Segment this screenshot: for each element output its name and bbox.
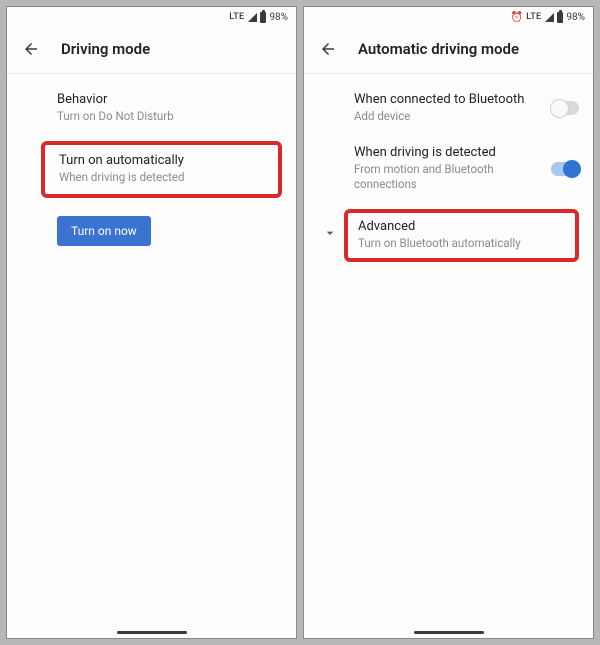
status-bar: LTE 98%	[7, 7, 296, 27]
content: When connected to Bluetooth Add device W…	[304, 74, 593, 638]
app-bar: Automatic driving mode	[304, 27, 593, 74]
page-title: Automatic driving mode	[358, 40, 519, 58]
row-subtitle: Turn on Do Not Disturb	[57, 109, 278, 125]
phone-right: ⏰ LTE 98% Automatic driving mode When co…	[303, 6, 594, 639]
row-behavior[interactable]: Behavior Turn on Do Not Disturb	[11, 82, 292, 135]
phone-left: LTE 98% Driving mode Behavior Turn on Do…	[6, 6, 297, 639]
status-bar: ⏰ LTE 98%	[304, 7, 593, 27]
arrow-left-icon	[319, 40, 337, 58]
row-driving-detected[interactable]: When driving is detected From motion and…	[308, 135, 589, 203]
toggle-bluetooth[interactable]	[551, 101, 579, 115]
row-bluetooth[interactable]: When connected to Bluetooth Add device	[308, 82, 589, 135]
row-subtitle: Add device	[354, 109, 541, 125]
page-title: Driving mode	[61, 40, 150, 58]
toggle-driving-detected[interactable]	[551, 162, 579, 176]
network-lte-label: LTE	[229, 12, 244, 22]
row-advanced[interactable]: Advanced Turn on Bluetooth automatically	[344, 209, 579, 262]
expand-button[interactable]	[322, 225, 338, 245]
row-subtitle: From motion and Bluetooth connections	[354, 162, 541, 193]
back-button[interactable]	[21, 39, 41, 59]
content: Behavior Turn on Do Not Disturb Turn on …	[7, 74, 296, 638]
chevron-down-icon	[322, 225, 338, 241]
battery-icon	[260, 12, 266, 23]
battery-icon	[557, 12, 563, 23]
nav-pill[interactable]	[414, 631, 484, 634]
arrow-left-icon	[22, 40, 40, 58]
turn-on-now-button[interactable]: Turn on now	[57, 216, 151, 246]
battery-percent: 98%	[269, 12, 288, 23]
row-title: Turn on automatically	[59, 153, 264, 168]
row-subtitle: When driving is detected	[59, 170, 264, 184]
signal-icon	[545, 13, 554, 22]
row-subtitle: Turn on Bluetooth automatically	[358, 236, 565, 250]
signal-icon	[248, 13, 257, 22]
back-button[interactable]	[318, 39, 338, 59]
row-title: Advanced	[358, 219, 565, 234]
row-title: When driving is detected	[354, 145, 541, 160]
row-turn-on-automatically[interactable]: Turn on automatically When driving is de…	[41, 141, 282, 198]
row-title: Behavior	[57, 92, 278, 107]
battery-percent: 98%	[566, 12, 585, 23]
alarm-icon: ⏰	[511, 12, 523, 23]
button-row: Turn on now	[11, 204, 292, 256]
app-bar: Driving mode	[7, 27, 296, 74]
row-title: When connected to Bluetooth	[354, 92, 541, 107]
network-lte-label: LTE	[526, 12, 541, 22]
nav-pill[interactable]	[117, 631, 187, 634]
